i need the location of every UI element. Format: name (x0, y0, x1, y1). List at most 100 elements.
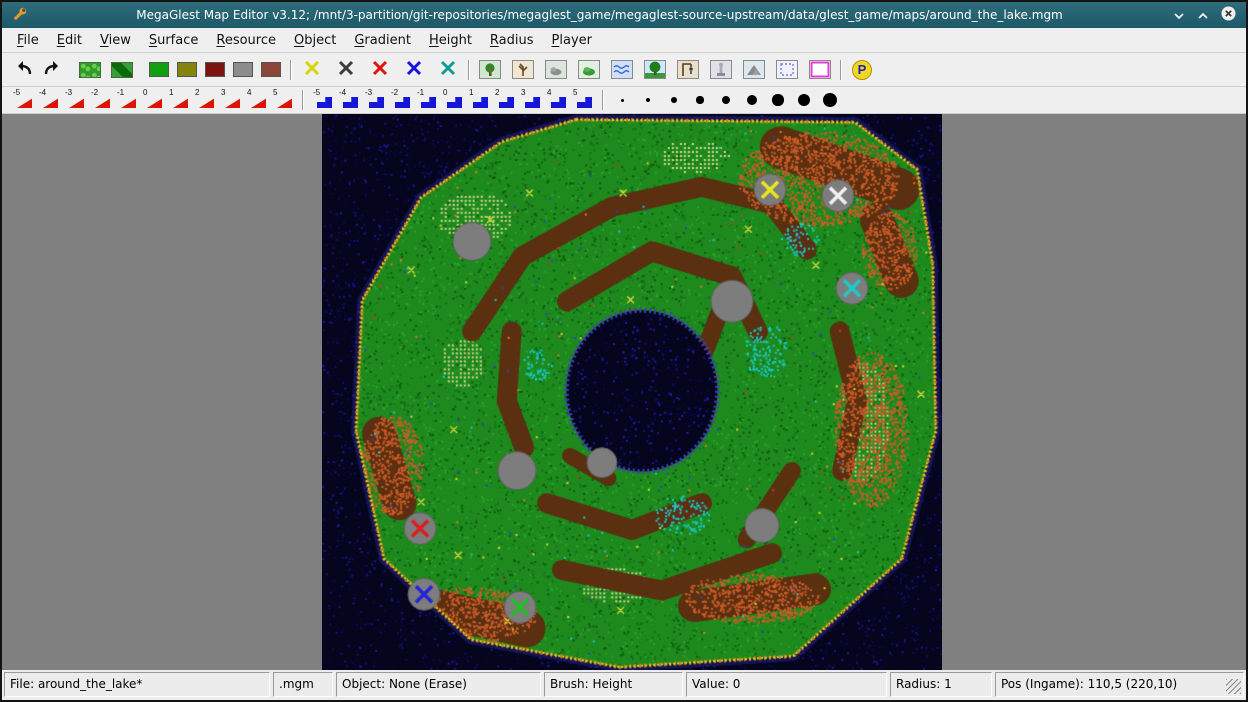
maximize-button[interactable] (1197, 6, 1209, 25)
radius-button-2[interactable] (636, 88, 660, 112)
gradient-shape-icon (43, 97, 58, 108)
gradient-button-2[interactable]: 2 (192, 88, 218, 112)
menu-resource[interactable]: Resource (207, 30, 285, 51)
object-invisible-blocking-button[interactable] (773, 56, 801, 84)
object-hanged-button[interactable] (674, 56, 702, 84)
close-button[interactable] (1221, 6, 1236, 25)
surface-button-2[interactable] (174, 56, 200, 84)
menu-player[interactable]: Player (543, 30, 601, 51)
height-button-minus3[interactable]: -3 (362, 88, 388, 112)
menu-file[interactable]: File (8, 30, 48, 51)
resource-button-5[interactable] (434, 56, 462, 84)
gradient-button-minus2[interactable]: -2 (88, 88, 114, 112)
chevron-up-icon (1197, 6, 1209, 25)
height-shape-icon (551, 97, 566, 108)
height-button-5[interactable]: 5 (570, 88, 596, 112)
toolbar-main: P (2, 53, 1246, 87)
gradient-button-1[interactable]: 1 (166, 88, 192, 112)
height-button-minus5[interactable]: -5 (310, 88, 336, 112)
player-info-button[interactable]: P (848, 56, 876, 84)
height-button-minus2[interactable]: -2 (388, 88, 414, 112)
radius-button-5[interactable] (714, 88, 738, 112)
resource-button-3[interactable] (366, 56, 394, 84)
gradient-shape-icon (147, 97, 162, 108)
surface-button-5[interactable] (258, 56, 284, 84)
statue-icon (710, 60, 732, 79)
height-shape-icon (525, 97, 540, 108)
radius-button-9[interactable] (818, 88, 842, 112)
titlebar[interactable]: MegaGlest Map Editor v3.12; /mnt/3-parti… (2, 2, 1246, 28)
surface-swatch-icon (177, 62, 197, 77)
gradient-button-4[interactable]: 4 (244, 88, 270, 112)
radius-dot-icon (823, 93, 837, 107)
grass-texture-icon (79, 62, 101, 78)
height-button-3[interactable]: 3 (518, 88, 544, 112)
object-water-object-button[interactable] (608, 56, 636, 84)
height-shape-icon (447, 97, 462, 108)
gradient-button-0[interactable]: 0 (140, 88, 166, 112)
menu-gradient[interactable]: Gradient (345, 30, 420, 51)
resource-button-1[interactable] (298, 56, 326, 84)
height-button-0[interactable]: 0 (440, 88, 466, 112)
big-tree-icon (644, 60, 666, 79)
radius-button-6[interactable] (740, 88, 764, 112)
radius-button-4[interactable] (688, 88, 712, 112)
height-button-4[interactable]: 4 (544, 88, 570, 112)
surface-swatch-icon (149, 62, 169, 77)
surface-button-1[interactable] (146, 56, 172, 84)
height-shape-icon (369, 97, 384, 108)
secondary-grass-texture-icon (111, 62, 133, 78)
surface-button-4[interactable] (230, 56, 256, 84)
menu-object[interactable]: Object (285, 30, 345, 51)
object-bush-button[interactable] (575, 56, 603, 84)
gradient-button-minus1[interactable]: -1 (114, 88, 140, 112)
height-button-2[interactable]: 2 (492, 88, 518, 112)
object-tree-button[interactable] (476, 56, 504, 84)
status-value: Value: 0 (686, 672, 887, 697)
object-none-frame-button[interactable] (806, 56, 834, 84)
redo-button[interactable] (38, 56, 66, 84)
object-dead-tree-button[interactable] (509, 56, 537, 84)
gradient-button-5[interactable]: 5 (270, 88, 296, 112)
height-button-minus4[interactable]: -4 (336, 88, 362, 112)
circle-x-icon (1221, 6, 1236, 25)
gradient-button-3[interactable]: 3 (218, 88, 244, 112)
surface-swatch-icon (261, 62, 281, 77)
wrench-icon (2, 6, 36, 24)
object-statue-button[interactable] (707, 56, 735, 84)
gradient-button-minus4[interactable]: -4 (36, 88, 62, 112)
height-button-minus1[interactable]: -1 (414, 88, 440, 112)
menu-height[interactable]: Height (420, 30, 481, 51)
resource-button-4[interactable] (400, 56, 428, 84)
object-stone-button[interactable] (542, 56, 570, 84)
object-big-tree-button[interactable] (641, 56, 669, 84)
height-shape-icon (343, 97, 358, 108)
shade-button[interactable] (1173, 6, 1185, 25)
object-big-rock-button[interactable] (740, 56, 768, 84)
menu-view[interactable]: View (91, 30, 140, 51)
surface-button-3[interactable] (202, 56, 228, 84)
gradient-button-minus3[interactable]: -3 (62, 88, 88, 112)
gradient-button-minus5[interactable]: -5 (10, 88, 36, 112)
map-viewport (2, 114, 1246, 670)
radius-dot-icon (646, 98, 650, 102)
resource-button-2[interactable] (332, 56, 360, 84)
window: MegaGlest Map Editor v3.12; /mnt/3-parti… (0, 0, 1248, 702)
map-canvas[interactable] (322, 114, 942, 670)
terrain-button-2[interactable] (108, 56, 136, 84)
radius-button-1[interactable] (610, 88, 634, 112)
resource-x-icon (303, 59, 321, 80)
height-button-1[interactable]: 1 (466, 88, 492, 112)
menu-radius[interactable]: Radius (481, 30, 543, 51)
gradient-shape-icon (225, 97, 240, 108)
undo-button[interactable] (10, 56, 38, 84)
gradient-shape-icon (95, 97, 110, 108)
menu-surface[interactable]: Surface (140, 30, 208, 51)
surface-swatch-icon (233, 62, 253, 77)
resize-grip[interactable] (1226, 679, 1241, 694)
radius-button-8[interactable] (792, 88, 816, 112)
radius-button-7[interactable] (766, 88, 790, 112)
terrain-button-1[interactable] (76, 56, 104, 84)
radius-button-3[interactable] (662, 88, 686, 112)
menu-edit[interactable]: Edit (48, 30, 91, 51)
